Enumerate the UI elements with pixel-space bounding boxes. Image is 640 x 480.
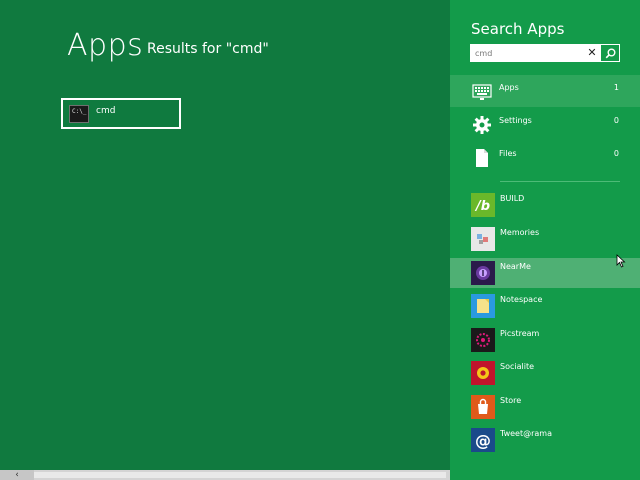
app-label: Picstream (500, 329, 540, 338)
mouse-cursor-icon (616, 254, 626, 268)
nearme-icon (471, 261, 495, 285)
result-label: cmd (96, 106, 116, 116)
category-apps[interactable]: Apps 1 (450, 75, 640, 107)
app-label: NearMe (500, 262, 531, 271)
scroll-left-button[interactable]: ‹ (0, 470, 34, 480)
clear-search-button[interactable]: ✕ (586, 45, 598, 61)
socialite-icon (471, 361, 495, 385)
app-label: Store (500, 396, 522, 405)
command-prompt-icon: C:\_ (69, 105, 89, 123)
category-label: Apps (499, 83, 519, 92)
app-item-picstream[interactable]: Picstream (450, 325, 640, 355)
app-label: Memories (500, 228, 540, 237)
app-label: Socialite (500, 362, 534, 371)
app-item-build[interactable]: /b BUILD (450, 190, 640, 220)
app-item-memories[interactable]: Memories (450, 224, 640, 254)
search-pane: Search Apps ✕ Apps 1 (450, 0, 640, 480)
results-subtitle: Results for "cmd" (147, 41, 269, 57)
search-input[interactable] (470, 44, 580, 62)
memories-icon (471, 227, 495, 251)
category-count: 0 (613, 149, 619, 158)
app-item-notespace[interactable]: Notespace (450, 291, 640, 321)
app-label: BUILD (500, 194, 525, 203)
horizontal-scrollbar[interactable]: ‹ (0, 470, 450, 480)
app-label: Notespace (500, 295, 543, 304)
file-icon (471, 147, 493, 169)
category-count: 1 (613, 83, 619, 92)
category-label: Settings (499, 116, 532, 125)
search-box[interactable]: ✕ (470, 44, 600, 62)
category-count: 0 (613, 116, 619, 125)
notespace-icon (471, 294, 495, 318)
app-label: Tweet@rama (500, 429, 552, 438)
keyboard-icon (471, 81, 493, 103)
search-icon (605, 48, 616, 59)
divider (500, 181, 620, 182)
scrollbar-thumb[interactable] (34, 472, 446, 478)
result-tile-cmd[interactable]: C:\_ cmd (61, 98, 181, 129)
app-item-socialite[interactable]: Socialite (450, 358, 640, 388)
app-item-tweetrama[interactable]: @ Tweet@rama (450, 425, 640, 455)
search-pane-title: Search Apps (471, 20, 565, 38)
app-item-store[interactable]: Store (450, 392, 640, 422)
svg-text:/b: /b (474, 199, 490, 214)
store-icon (471, 395, 495, 419)
category-files[interactable]: Files 0 (450, 141, 640, 173)
app-item-nearme[interactable]: NearMe (450, 258, 640, 288)
build-icon: /b (471, 193, 495, 217)
page-title: Apps (67, 28, 144, 63)
search-button[interactable] (600, 44, 620, 62)
picstream-icon (471, 328, 495, 352)
chevron-left-icon: ‹ (15, 470, 19, 480)
gear-icon (471, 114, 493, 136)
close-icon: ✕ (587, 46, 597, 59)
tweetrama-icon: @ (471, 428, 495, 452)
svg-text:@: @ (475, 431, 491, 450)
category-settings[interactable]: Settings 0 (450, 108, 640, 140)
category-label: Files (499, 149, 517, 158)
results-area: Apps Results for "cmd" C:\_ cmd ‹ (0, 0, 450, 480)
